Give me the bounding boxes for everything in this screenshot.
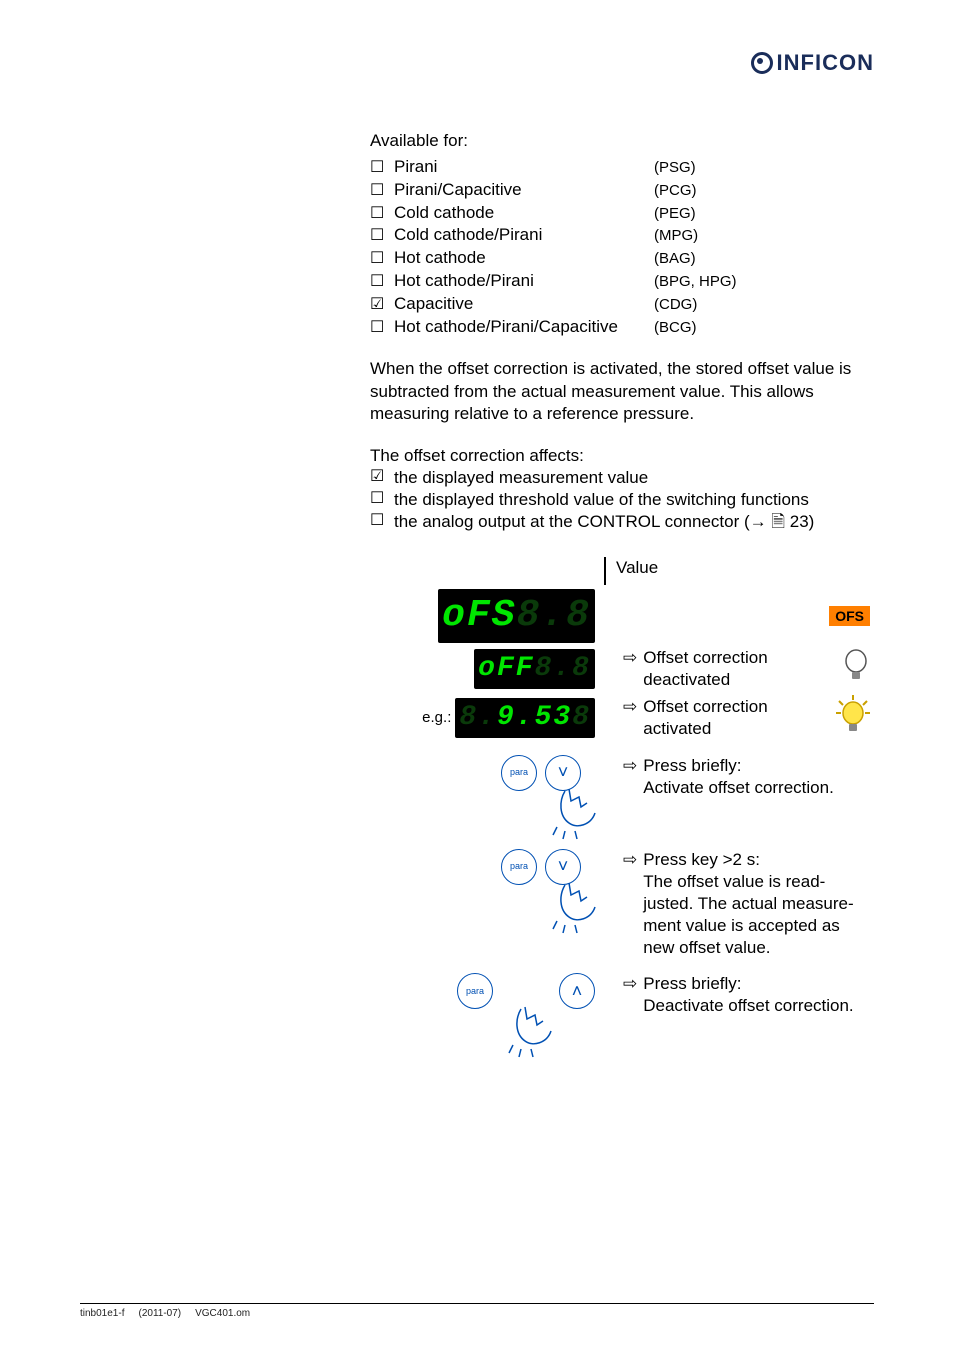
sensor-code: (PCG)	[654, 181, 697, 201]
sensor-name: Hot cathode	[394, 247, 654, 269]
logo-text: INFICON	[777, 50, 874, 76]
value-table: Value oFS8.8 OFS oFF8.8	[370, 557, 870, 1053]
sensor-code: (PSG)	[654, 158, 696, 178]
para-button-icon: para	[501, 755, 537, 791]
up-button-icon: ˄	[559, 973, 595, 1009]
checkbox-unchecked-icon: ☐	[370, 158, 394, 179]
sensor-name: Cold cathode	[394, 202, 654, 224]
arrow-right-icon: ⇨	[623, 696, 637, 718]
checkbox-unchecked-icon: ☐	[370, 249, 394, 270]
checkbox-unchecked-icon: ☐	[370, 511, 394, 532]
ofs-badge: OFS	[829, 606, 870, 626]
sensor-name: Hot cathode/Pirani/Capacitive	[394, 316, 654, 338]
sensor-row-cold-cathode-pirani: ☐ Cold cathode/Pirani (MPG)	[370, 224, 870, 247]
hint-readjust-press: Press key >2 s:The offset value is read-…	[643, 849, 870, 959]
sensor-row-cold-cathode: ☐ Cold cathode (PEG)	[370, 202, 870, 225]
affects-text: the displayed threshold value of the swi…	[394, 489, 870, 511]
main-content: Available for: ☐ Pirani (PSG) ☐ Pirani/C…	[370, 130, 870, 1053]
footer-date: (2011-07)	[138, 1308, 181, 1319]
action-activate: para ˅ ⇨ Press briefly:Activate offset c…	[370, 755, 870, 835]
checkbox-unchecked-icon: ☐	[370, 272, 394, 293]
available-for-heading: Available for:	[370, 130, 870, 152]
sensor-name: Capacitive	[394, 293, 654, 315]
checkbox-checked-icon: ☑	[370, 467, 394, 488]
sensor-code: (BAG)	[654, 249, 696, 269]
affects-item-analog: ☐ the analog output at the CONTROL conne…	[370, 511, 870, 533]
checkbox-unchecked-icon: ☐	[370, 204, 394, 225]
sensor-code: (BCG)	[654, 318, 697, 338]
seven-segment-display: oFS8.8	[438, 589, 595, 642]
display-row-off: oFF8.8 ⇨ Offset correction deactivated	[370, 647, 870, 691]
arrow-right-icon: ⇨	[623, 647, 637, 669]
sensor-name: Cold cathode/Pirani	[394, 224, 654, 246]
hint-deactivate-press: Press briefly:Deactivate offset correcti…	[643, 973, 870, 1017]
sensor-name: Pirani	[394, 156, 654, 178]
arrow-right-icon: ⇨	[623, 755, 637, 777]
sensor-code: (BPG, HPG)	[654, 272, 737, 292]
offset-description-paragraph: When the offset correction is activated,…	[370, 358, 870, 424]
affects-text: the displayed measurement value	[394, 467, 870, 489]
sensor-code: (CDG)	[654, 295, 697, 315]
hint-deactivated: Offset correction deactivated	[643, 647, 842, 691]
bulb-on-icon	[836, 695, 870, 741]
arrow-right-icon: ⇨	[623, 849, 637, 871]
footer-file: VGC401.om	[195, 1308, 250, 1319]
seven-segment-display: 8.9.538	[455, 698, 595, 738]
para-button-icon: para	[501, 849, 537, 885]
sensor-name: Pirani/Capacitive	[394, 179, 654, 201]
affects-item-threshold: ☐ the displayed threshold value of the s…	[370, 489, 870, 511]
sensor-row-hot-cathode-pirani: ☐ Hot cathode/Pirani (BPG, HPG)	[370, 270, 870, 293]
sensor-name: Hot cathode/Pirani	[394, 270, 654, 292]
footer-docid: tinb01e1-f	[80, 1308, 124, 1319]
seven-segment-display: oFF8.8	[474, 649, 595, 689]
display-row-ofs-large: oFS8.8 OFS	[370, 589, 870, 642]
sensor-row-pirani: ☐ Pirani (PSG)	[370, 156, 870, 179]
example-label: e.g.:	[422, 708, 451, 728]
press-up-icon	[501, 973, 551, 1053]
affects-heading: The offset correction affects:	[370, 445, 870, 467]
affects-item-measurement: ☑ the displayed measurement value	[370, 467, 870, 489]
arrow-right-icon: ⇨	[623, 973, 637, 995]
sensor-code: (PEG)	[654, 204, 696, 224]
press-down-icon: ˅	[545, 755, 595, 835]
brand-logo: INFICON	[751, 50, 874, 76]
checkbox-unchecked-icon: ☐	[370, 226, 394, 247]
logo-icon	[751, 52, 773, 74]
hint-activate-press: Press briefly:Activate offset correction…	[643, 755, 870, 799]
bulb-off-icon	[842, 648, 870, 690]
sensor-row-hot-cathode-pirani-capacitive: ☐ Hot cathode/Pirani/Capacitive (BCG)	[370, 316, 870, 339]
checkbox-checked-icon: ☑	[370, 295, 394, 316]
display-row-value: e.g.: 8.9.538 ⇨ Offset correction activa…	[370, 695, 870, 741]
action-deactivate: para ˄ ⇨ Press briefly:Deactivate offset…	[370, 973, 870, 1053]
sensor-row-hot-cathode: ☐ Hot cathode (BAG)	[370, 247, 870, 270]
affects-text: the analog output at the CONTROL connect…	[394, 511, 870, 533]
value-column-header: Value	[605, 557, 870, 585]
checkbox-unchecked-icon: ☐	[370, 181, 394, 202]
sensor-row-pirani-capacitive: ☐ Pirani/Capacitive (PCG)	[370, 179, 870, 202]
action-readjust: para ˅ ⇨ Press key >2 s:The offset value…	[370, 849, 870, 959]
page-footer: tinb01e1-f (2011-07) VGC401.om	[80, 1303, 874, 1319]
press-down-hold-icon: ˅	[545, 849, 595, 929]
hint-activated: Offset correction activated	[643, 696, 836, 740]
para-button-icon: para	[457, 973, 493, 1009]
sensor-row-capacitive: ☑ Capacitive (CDG)	[370, 293, 870, 316]
checkbox-unchecked-icon: ☐	[370, 489, 394, 510]
sensor-code: (MPG)	[654, 226, 698, 246]
checkbox-unchecked-icon: ☐	[370, 318, 394, 339]
